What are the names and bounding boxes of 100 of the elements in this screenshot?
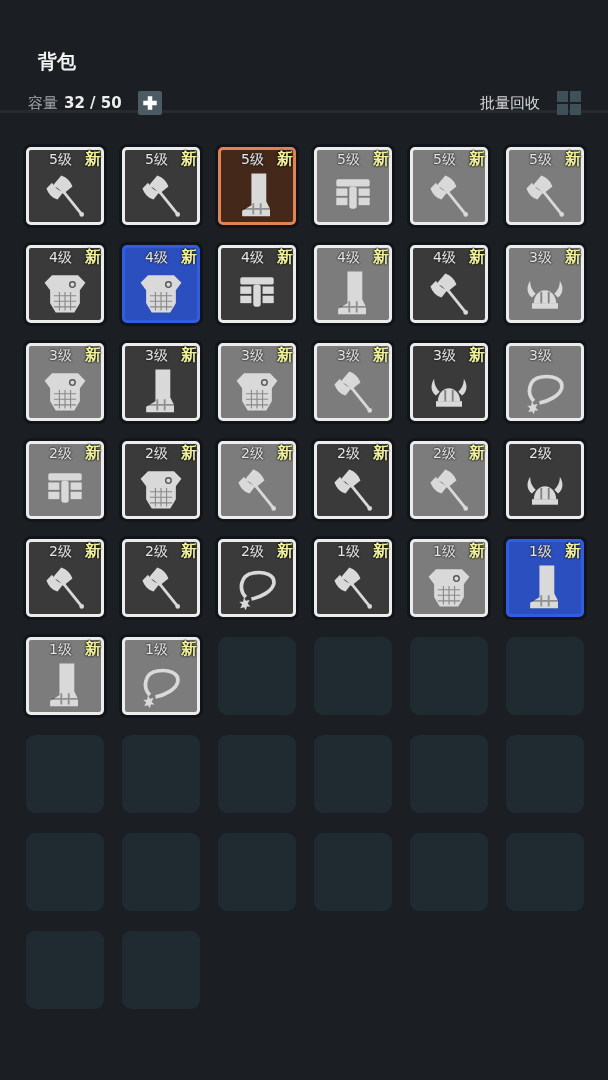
item-level: 5级: [241, 150, 264, 168]
new-label: 新: [181, 150, 197, 168]
new-label: 新: [277, 346, 293, 364]
item-level: 5级: [529, 150, 552, 168]
item-level: 5级: [49, 150, 72, 168]
item-slot[interactable]: 3级 新: [506, 245, 584, 323]
item-level: 3级: [145, 346, 168, 364]
item-level: 1级: [433, 542, 456, 560]
item-level: 2级: [49, 444, 72, 462]
item-slot[interactable]: 4级 新: [26, 245, 104, 323]
item-level: 5级: [145, 150, 168, 168]
item-slot[interactable]: 2级 新: [314, 441, 392, 519]
new-label: 新: [373, 150, 389, 168]
new-label: 新: [565, 542, 581, 560]
item-level: 5级: [337, 150, 360, 168]
item-level: 4级: [241, 248, 264, 266]
new-label: 新: [277, 150, 293, 168]
item-slot[interactable]: 1级 新: [26, 637, 104, 715]
item-slot[interactable]: 2级: [506, 441, 584, 519]
item-level: 1级: [49, 640, 72, 658]
item-slot[interactable]: 5级 新: [314, 147, 392, 225]
item-level: 2级: [145, 444, 168, 462]
item-level: 3级: [433, 346, 456, 364]
new-label: 新: [373, 444, 389, 462]
new-label: 新: [181, 542, 197, 560]
item-level: 4级: [145, 248, 168, 266]
item-level: 5级: [433, 150, 456, 168]
new-label: 新: [85, 346, 101, 364]
item-slot[interactable]: 5级 新: [218, 147, 296, 225]
item-slot[interactable]: 2级 新: [122, 441, 200, 519]
new-label: 新: [85, 640, 101, 658]
item-slot[interactable]: 5级 新: [410, 147, 488, 225]
new-label: 新: [85, 248, 101, 266]
expand-capacity-button[interactable]: [137, 91, 162, 115]
item-slot[interactable]: 3级 新: [122, 343, 200, 421]
new-label: 新: [85, 542, 101, 560]
item-level: 3级: [241, 346, 264, 364]
new-label: 新: [469, 150, 485, 168]
item-slot[interactable]: 2级 新: [122, 539, 200, 617]
new-label: 新: [469, 346, 485, 364]
item-level: 3级: [337, 346, 360, 364]
item-level: 2级: [241, 444, 264, 462]
new-label: 新: [565, 248, 581, 266]
new-label: 新: [373, 346, 389, 364]
item-level: 2级: [433, 444, 456, 462]
capacity-label: 容量: [28, 93, 58, 113]
item-level: 2级: [241, 542, 264, 560]
batch-recycle-label: 批量回收: [480, 93, 540, 113]
item-slot[interactable]: 2级 新: [26, 441, 104, 519]
item-slot[interactable]: 4级 新: [314, 245, 392, 323]
new-label: 新: [469, 542, 485, 560]
page-title: 背包: [38, 49, 77, 74]
item-level: 2级: [145, 542, 168, 560]
item-level: 1级: [529, 542, 552, 560]
item-slot[interactable]: 3级: [506, 343, 584, 421]
new-label: 新: [181, 248, 197, 266]
new-label: 新: [277, 542, 293, 560]
item-level: 4级: [49, 248, 72, 266]
item-slot[interactable]: 5级 新: [26, 147, 104, 225]
item-level: 1级: [145, 640, 168, 658]
item-level: 3级: [529, 346, 552, 364]
new-label: 新: [469, 444, 485, 462]
item-slot[interactable]: 4级 新: [122, 245, 200, 323]
item-slot[interactable]: 4级 新: [218, 245, 296, 323]
grid-icon: [556, 90, 582, 116]
new-label: 新: [469, 248, 485, 266]
item-slot[interactable]: 1级 新: [506, 539, 584, 617]
item-slot[interactable]: 2级 新: [218, 441, 296, 519]
new-label: 新: [277, 248, 293, 266]
item-level: 3级: [49, 346, 72, 364]
item-slot[interactable]: 3级 新: [314, 343, 392, 421]
plus-icon: [140, 94, 159, 112]
item-slot[interactable]: 3级 新: [218, 343, 296, 421]
item-level: 3级: [529, 248, 552, 266]
item-slot[interactable]: 2级 新: [410, 441, 488, 519]
new-label: 新: [373, 248, 389, 266]
new-label: 新: [181, 640, 197, 658]
new-label: 新: [373, 542, 389, 560]
item-slot[interactable]: 1级 新: [314, 539, 392, 617]
new-label: 新: [565, 150, 581, 168]
item-level: 4级: [433, 248, 456, 266]
item-slot[interactable]: 1级 新: [122, 637, 200, 715]
new-label: 新: [277, 444, 293, 462]
item-level: 1级: [337, 542, 360, 560]
item-level: 2级: [337, 444, 360, 462]
new-label: 新: [85, 444, 101, 462]
item-slot[interactable]: 3级 新: [26, 343, 104, 421]
item-level: 4级: [337, 248, 360, 266]
item-slot[interactable]: 5级 新: [506, 147, 584, 225]
item-slot[interactable]: 2级 新: [26, 539, 104, 617]
item-slot[interactable]: 5级 新: [122, 147, 200, 225]
item-level: 2级: [49, 542, 72, 560]
item-slot[interactable]: 1级 新: [410, 539, 488, 617]
new-label: 新: [181, 444, 197, 462]
capacity-value: 32 / 50: [64, 94, 122, 112]
item-slot[interactable]: 4级 新: [410, 245, 488, 323]
item-slot[interactable]: 3级 新: [410, 343, 488, 421]
new-label: 新: [181, 346, 197, 364]
item-slot[interactable]: 2级 新: [218, 539, 296, 617]
item-level: 2级: [529, 444, 552, 462]
